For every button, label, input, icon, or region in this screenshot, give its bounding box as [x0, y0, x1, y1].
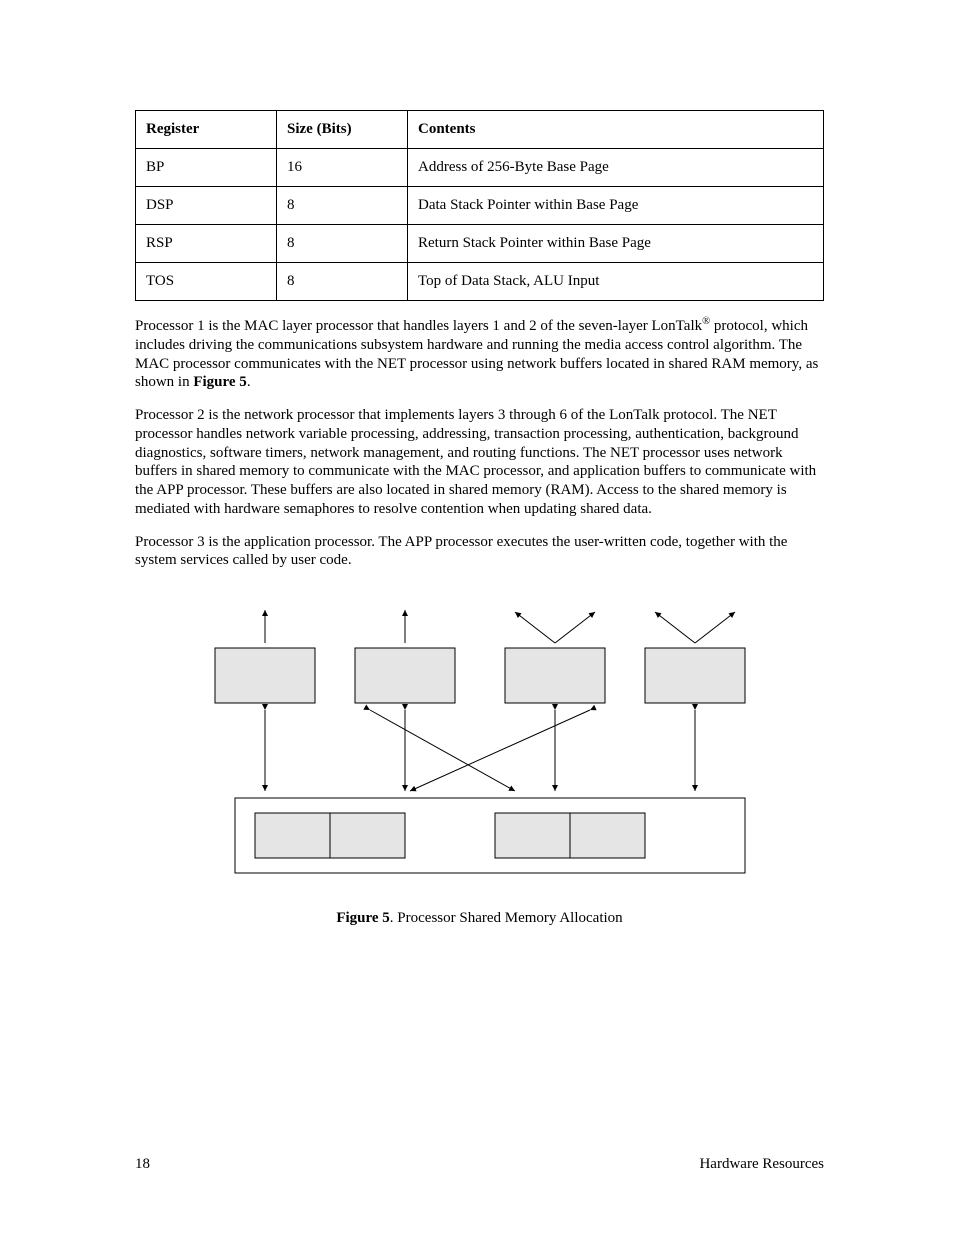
paragraph-processor-1: Processor 1 is the MAC layer processor t… — [135, 315, 824, 392]
cell-size: 8 — [277, 225, 408, 263]
figure-5-diagram — [195, 598, 765, 888]
p1-text-c: . — [247, 374, 251, 390]
cell-contents: Top of Data Stack, ALU Input — [408, 263, 824, 301]
cell-contents: Address of 256-Byte Base Page — [408, 149, 824, 187]
cell-register: BP — [136, 149, 277, 187]
registered-mark: ® — [702, 316, 710, 327]
cell-size: 16 — [277, 149, 408, 187]
page-number: 18 — [135, 1156, 150, 1173]
page-footer: 18 Hardware Resources — [135, 1156, 824, 1173]
cell-contents: Data Stack Pointer within Base Page — [408, 187, 824, 225]
figure-caption: Figure 5. Processor Shared Memory Alloca… — [135, 910, 824, 927]
th-contents: Contents — [408, 111, 824, 149]
caption-rest: . Processor Shared Memory Allocation — [390, 910, 623, 926]
p1-text-a: Processor 1 is the MAC layer processor t… — [135, 318, 702, 334]
p1-figure-ref: Figure 5 — [193, 374, 246, 390]
cell-register: DSP — [136, 187, 277, 225]
paragraph-processor-2: Processor 2 is the network processor tha… — [135, 406, 824, 519]
caption-bold: Figure 5 — [336, 910, 389, 926]
register-table: Register Size (Bits) Contents BP 16 Addr… — [135, 110, 824, 301]
cell-register: RSP — [136, 225, 277, 263]
cell-register: TOS — [136, 263, 277, 301]
page: Register Size (Bits) Contents BP 16 Addr… — [0, 0, 954, 1235]
th-register: Register — [136, 111, 277, 149]
paragraph-processor-3: Processor 3 is the application processor… — [135, 533, 824, 571]
table-row: DSP 8 Data Stack Pointer within Base Pag… — [136, 187, 824, 225]
th-size: Size (Bits) — [277, 111, 408, 149]
cell-contents: Return Stack Pointer within Base Page — [408, 225, 824, 263]
table-header-row: Register Size (Bits) Contents — [136, 111, 824, 149]
table-row: RSP 8 Return Stack Pointer within Base P… — [136, 225, 824, 263]
footer-title: Hardware Resources — [699, 1156, 824, 1173]
cell-size: 8 — [277, 263, 408, 301]
cell-size: 8 — [277, 187, 408, 225]
table-row: BP 16 Address of 256-Byte Base Page — [136, 149, 824, 187]
table-row: TOS 8 Top of Data Stack, ALU Input — [136, 263, 824, 301]
